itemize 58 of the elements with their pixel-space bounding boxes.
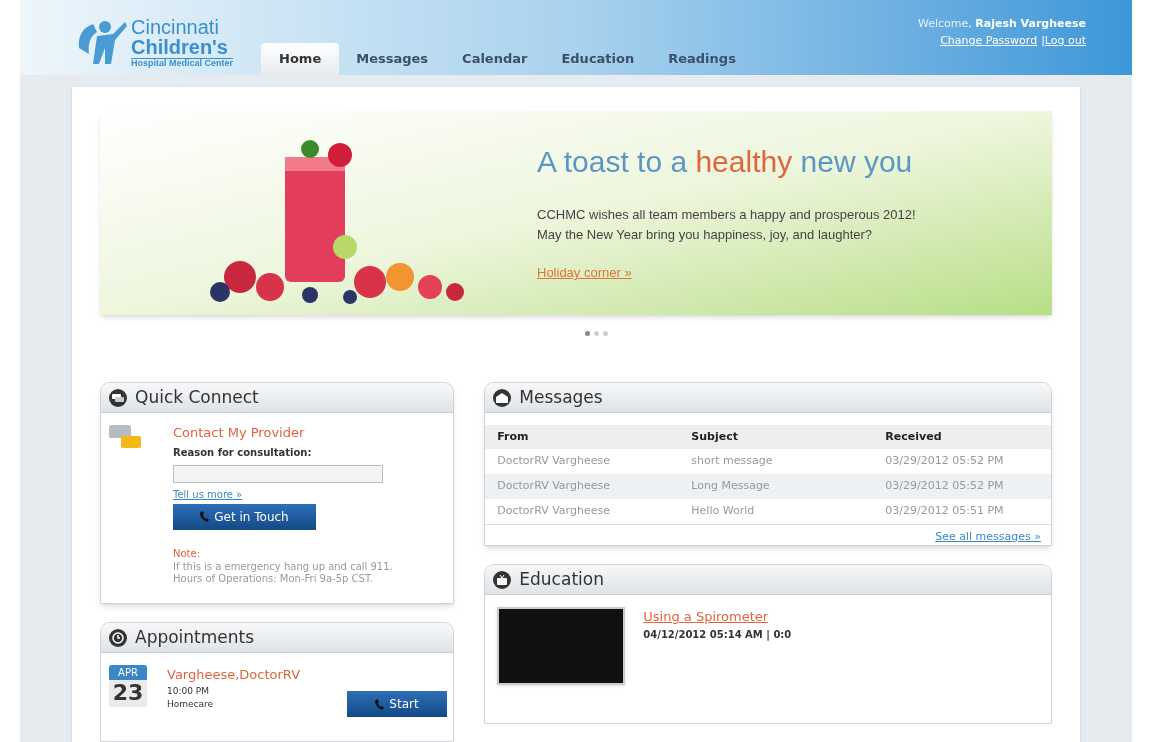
- panel-title: Appointments: [135, 625, 255, 649]
- envelope-icon: [493, 388, 512, 407]
- provider-name: Vargheese,DoctorRV: [167, 666, 302, 684]
- logo-text: Cincinnati: [131, 16, 220, 37]
- chat-icon: [109, 388, 127, 407]
- field-label: Reason for consultation:: [173, 445, 313, 460]
- column-header: Subject: [691, 428, 739, 445]
- column-header: Received: [885, 428, 943, 445]
- date-day: 23: [112, 680, 144, 706]
- nav-tab[interactable]: Readings: [651, 43, 753, 75]
- welcome-text: Welcome, Rajesh Vargheese: [917, 16, 1086, 32]
- account-link[interactable]: Change Password: [940, 32, 1038, 49]
- panel-title: Education: [519, 567, 604, 591]
- table-cell-text: 03/29/2012 05:51 PM: [885, 503, 1005, 520]
- table-cell-text: DoctorRV Vargheese: [497, 453, 611, 470]
- panel-title: Messages: [519, 385, 603, 409]
- account-link[interactable]: |Log out: [1041, 32, 1086, 49]
- appointment-type: Homecare: [167, 698, 215, 711]
- nav-tab[interactable]: Calendar: [445, 43, 545, 75]
- start-button[interactable]: Start: [347, 691, 447, 717]
- reason-input-field[interactable]: [173, 464, 383, 483]
- nav-tab[interactable]: Education: [544, 43, 652, 75]
- tell-us-more-link[interactable]: Tell us more »: [173, 486, 243, 502]
- tv-icon: [493, 570, 512, 589]
- logo-subtitle: Hospital Medical Center: [131, 57, 234, 68]
- banner-text: May the New Year bring you happiness, joy, and laughter?: [537, 226, 874, 244]
- banner-text: CCHMC wishes all team members a happy and prosperous 2012!: [537, 206, 916, 224]
- contact-heading: Contact My Provider: [173, 424, 306, 442]
- note-label: Note:: [173, 546, 202, 561]
- phone-icon: [375, 698, 385, 710]
- table-cell-text: Long Message: [691, 478, 771, 495]
- table-cell-text: 03/29/2012 05:52 PM: [885, 478, 1005, 495]
- phone-icon: [200, 511, 210, 522]
- holiday-corner-link[interactable]: Holiday corner »: [537, 263, 632, 283]
- video-title-link[interactable]: Using a Spirometer: [643, 607, 792, 627]
- video-info: 04/12/2012 05:14 AM | 0:0: [643, 627, 792, 642]
- table-cell-text: 03/29/2012 05:52 PM: [885, 453, 1005, 470]
- clock-icon: [109, 628, 127, 647]
- table-cell-text: Hello World: [691, 503, 756, 520]
- appointment-time: 10:00 PM: [167, 684, 210, 698]
- banner-headline: A toast to a healthy new you: [537, 147, 914, 177]
- see-all-messages-link[interactable]: See all messages »: [935, 529, 1041, 546]
- video-thumbnail[interactable]: [497, 607, 626, 685]
- column-header: From: [497, 428, 530, 445]
- nav-tab[interactable]: Messages: [339, 43, 446, 75]
- note-text: If this is a emergency hang up and call 911.: [173, 560, 393, 573]
- message-row[interactable]: DoctorRV Vargheese Hello World 03/29/2012 05:51 PM: [485, 499, 1051, 524]
- table-cell-text: DoctorRV Vargheese: [497, 478, 611, 495]
- table-cell-text: DoctorRV Vargheese: [497, 503, 611, 520]
- logo-text: Children's: [131, 36, 229, 57]
- date-month: APR: [109, 665, 147, 680]
- note-text: Hours of Operations: Mon-Fri 9a-5p CST.: [173, 572, 375, 585]
- message-row[interactable]: DoctorRV Vargheese short message 03/29/2012 05:52 PM: [485, 449, 1051, 474]
- table-cell-text: short message: [691, 453, 774, 470]
- get-in-touch-button[interactable]: Get in Touch: [173, 503, 316, 530]
- panel-title: Quick Connect: [135, 385, 259, 409]
- message-row[interactable]: DoctorRV Vargheese Long Message 03/29/2012 05:52 PM: [485, 474, 1051, 499]
- nav-tab[interactable]: Home: [261, 43, 340, 75]
